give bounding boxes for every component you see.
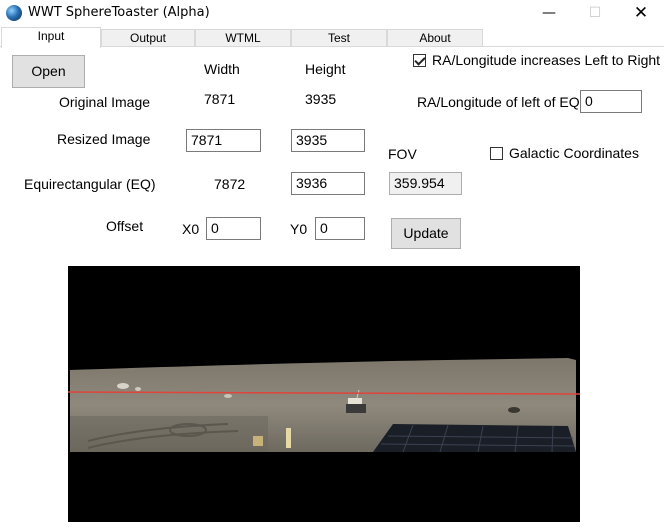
app-globe-icon xyxy=(6,5,22,21)
update-button[interactable]: Update xyxy=(391,218,461,249)
offset-label: Offset xyxy=(106,218,144,234)
ra-left-input[interactable]: 0 xyxy=(580,90,642,113)
eq-width-value: 7872 xyxy=(214,176,246,192)
maximize-button[interactable]: ☐ xyxy=(572,0,618,26)
resized-width-input[interactable]: 7871 xyxy=(186,129,261,152)
resized-image-label: Resized Image xyxy=(57,131,151,147)
open-button[interactable]: Open xyxy=(12,55,85,88)
original-image-label: Original Image xyxy=(59,94,151,110)
ra-left-label: RA/Longitude of left of EQ xyxy=(417,94,580,110)
minimize-button[interactable]: — xyxy=(526,0,572,26)
height-column-header: Height xyxy=(305,61,346,77)
title-bar: WWT SphereToaster (Alpha) — ☐ ✕ xyxy=(0,0,664,26)
fov-value-field: 359.954 xyxy=(389,172,462,195)
width-column-header: Width xyxy=(204,61,240,77)
resized-height-input[interactable]: 3935 xyxy=(291,129,365,152)
tab-input[interactable]: Input xyxy=(1,27,101,48)
panorama-preview xyxy=(68,266,580,522)
y0-label: Y0 xyxy=(290,221,308,237)
tab-strip: Input Output WTML Test About xyxy=(0,27,664,48)
tab-test[interactable]: Test xyxy=(291,29,387,47)
original-height-value: 3935 xyxy=(305,91,337,107)
equirectangular-label: Equirectangular (EQ) xyxy=(24,176,156,192)
x0-label: X0 xyxy=(182,221,200,237)
close-button[interactable]: ✕ xyxy=(618,0,664,26)
tab-output[interactable]: Output xyxy=(101,29,195,47)
tab-wtml[interactable]: WTML xyxy=(195,29,291,47)
x0-input[interactable]: 0 xyxy=(206,217,261,240)
original-width-value: 7871 xyxy=(204,91,236,107)
y0-input[interactable]: 0 xyxy=(315,217,365,240)
lunar-panorama-image xyxy=(68,266,580,522)
fov-label: FOV xyxy=(388,146,417,162)
tab-about[interactable]: About xyxy=(387,29,483,47)
galactic-coordinates-label: Galactic Coordinates xyxy=(509,145,639,161)
ra-direction-checkbox[interactable] xyxy=(413,54,426,67)
window-title: WWT SphereToaster (Alpha) xyxy=(28,5,210,20)
galactic-coordinates-checkbox[interactable] xyxy=(490,147,503,160)
eq-height-input[interactable]: 3936 xyxy=(291,172,365,195)
ra-direction-label: RA/Longitude increases Left to Right xyxy=(432,52,661,68)
